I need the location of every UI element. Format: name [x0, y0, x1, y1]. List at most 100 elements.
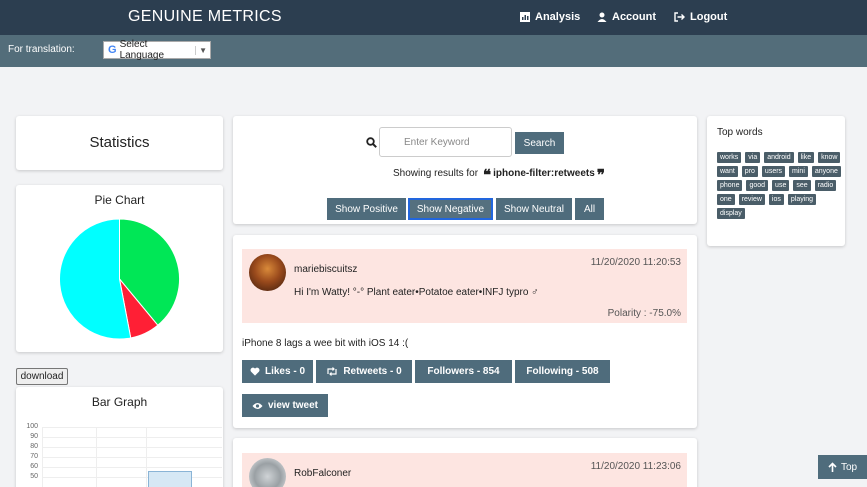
followers-button[interactable]: Followers - 854: [415, 360, 512, 383]
avatar[interactable]: [249, 458, 286, 487]
search-icon: [366, 137, 377, 148]
likes-button[interactable]: Likes - 0: [242, 360, 313, 383]
bar-tick-label: 70: [30, 453, 38, 460]
word-tag[interactable]: display: [717, 208, 745, 219]
word-tag[interactable]: radio: [814, 180, 837, 191]
nav-logout[interactable]: Logout: [674, 11, 727, 23]
word-tag[interactable]: phone: [717, 180, 743, 191]
search-input[interactable]: [379, 127, 512, 157]
search-term: iphone-filter:retweets: [493, 168, 595, 179]
tweet-date: 11/20/2020 11:20:53: [590, 257, 681, 268]
bar-graph-card: Bar Graph 100 90 80 70 60 50: [16, 387, 223, 487]
showing-results: Showing results for ❝ iphone-filter:retw…: [393, 166, 605, 184]
eye-icon: [252, 402, 263, 409]
nav-analysis[interactable]: Analysis: [520, 11, 580, 23]
nav-account-label: Account: [612, 11, 656, 23]
word-tag[interactable]: see: [793, 180, 811, 191]
translation-bar: For translation: G Select Language ▼: [0, 35, 867, 67]
grid-line: [42, 467, 222, 468]
word-tag[interactable]: users: [761, 166, 786, 177]
grid-line: [96, 427, 97, 487]
pie-chart-card: Pie Chart: [16, 185, 223, 352]
grid-line: [42, 477, 222, 478]
tweet-header: mariebiscuitsz 11/20/2020 11:20:53 Hi I'…: [242, 249, 687, 323]
nav-logout-label: Logout: [690, 11, 728, 23]
user-icon: [597, 12, 607, 22]
bar-tick-label: 80: [30, 443, 38, 450]
grid-line: [42, 427, 222, 428]
tweet-username[interactable]: mariebiscuitsz: [294, 264, 357, 275]
word-tag[interactable]: android: [764, 152, 794, 163]
search-button[interactable]: Search: [515, 132, 564, 154]
bar-graph-title: Bar Graph: [91, 395, 148, 409]
open-quote-icon: ❝: [483, 166, 492, 184]
view-tweet-label: view tweet: [267, 400, 319, 411]
google-icon: G: [108, 44, 117, 56]
statistics-card: Statistics: [16, 116, 223, 170]
word-tag[interactable]: review: [738, 194, 765, 205]
retweets-button[interactable]: Retweets - 0: [316, 360, 412, 383]
polarity-value: Polarity : -75.0%: [607, 308, 681, 319]
bar: [148, 471, 192, 487]
word-tag[interactable]: ios: [768, 194, 784, 205]
retweet-icon: [327, 367, 337, 376]
likes-label: Likes - 0: [264, 366, 306, 377]
pie-chart: [59, 218, 180, 340]
word-tag[interactable]: want: [717, 166, 738, 177]
top-button-label: Top: [840, 461, 858, 473]
brand-title[interactable]: GENUINE METRICS: [128, 8, 282, 26]
bar-tick-label: 100: [26, 423, 38, 430]
top-navbar: GENUINE METRICS Analysis Account Logout: [0, 0, 867, 35]
logout-icon: [674, 12, 685, 22]
word-tag[interactable]: via: [745, 152, 761, 163]
top-words-list: works via android like know want pro users mini a…: [717, 152, 843, 219]
word-tag[interactable]: pro: [741, 166, 758, 177]
user-bio: Hi I'm Watty! °-° Plant eater•Potatoe ea…: [294, 287, 539, 298]
retweets-label: Retweets - 0: [343, 366, 402, 377]
word-tag[interactable]: mini: [789, 166, 808, 177]
dropdown-arrow-icon: ▼: [195, 45, 207, 55]
following-button[interactable]: Following - 508: [515, 360, 610, 383]
word-tag[interactable]: works: [717, 152, 742, 163]
view-tweet-button[interactable]: view tweet: [242, 394, 328, 417]
grid-line: [146, 427, 147, 487]
avatar[interactable]: [249, 254, 286, 291]
word-tag[interactable]: know: [818, 152, 841, 163]
top-words-card: Top words works via android like know want pro…: [707, 116, 845, 246]
word-tag[interactable]: like: [797, 152, 815, 163]
bar-tick-label: 50: [30, 473, 38, 480]
close-quote-icon: ❞: [596, 166, 605, 184]
bar-tick-label: 90: [30, 433, 38, 440]
show-all-button[interactable]: All: [575, 198, 604, 220]
tweet-date: 11/20/2020 11:23:06: [590, 461, 681, 472]
tweet-text: iPhone 8 lags a wee bit with iOS 14 :(: [242, 338, 409, 349]
statistics-title: Statistics: [89, 134, 150, 151]
arrow-up-icon: [828, 462, 837, 472]
chart-icon: [520, 12, 530, 22]
grid-line: [42, 457, 222, 458]
download-button[interactable]: download: [16, 368, 68, 385]
language-select-value: Select Language: [119, 39, 165, 61]
grid-line: [42, 427, 43, 487]
bar-tick-label: 60: [30, 463, 38, 470]
word-tag[interactable]: good: [746, 180, 769, 191]
nav-account[interactable]: Account: [597, 11, 656, 23]
tweet-header: RobFalconer 11/20/2020 11:23:06: [242, 453, 687, 487]
heart-icon: [250, 367, 260, 376]
top-words-title: Top words: [717, 127, 763, 138]
tweet-username[interactable]: RobFalconer: [294, 468, 351, 479]
language-select[interactable]: G Select Language ▼: [103, 39, 211, 61]
show-negative-button[interactable]: Show Negative: [408, 198, 493, 220]
grid-line: [42, 437, 222, 438]
word-tag[interactable]: one: [717, 194, 735, 205]
word-tag[interactable]: playing: [787, 194, 817, 205]
showing-prefix: Showing results for: [393, 168, 479, 179]
show-positive-button[interactable]: Show Positive: [327, 198, 406, 220]
show-neutral-button[interactable]: Show Neutral: [496, 198, 572, 220]
grid-line: [42, 447, 222, 448]
back-to-top-button[interactable]: Top: [818, 455, 867, 479]
word-tag[interactable]: use: [772, 180, 790, 191]
word-tag[interactable]: anyone: [811, 166, 841, 177]
nav-analysis-label: Analysis: [535, 11, 581, 23]
translation-label: For translation:: [8, 44, 75, 55]
